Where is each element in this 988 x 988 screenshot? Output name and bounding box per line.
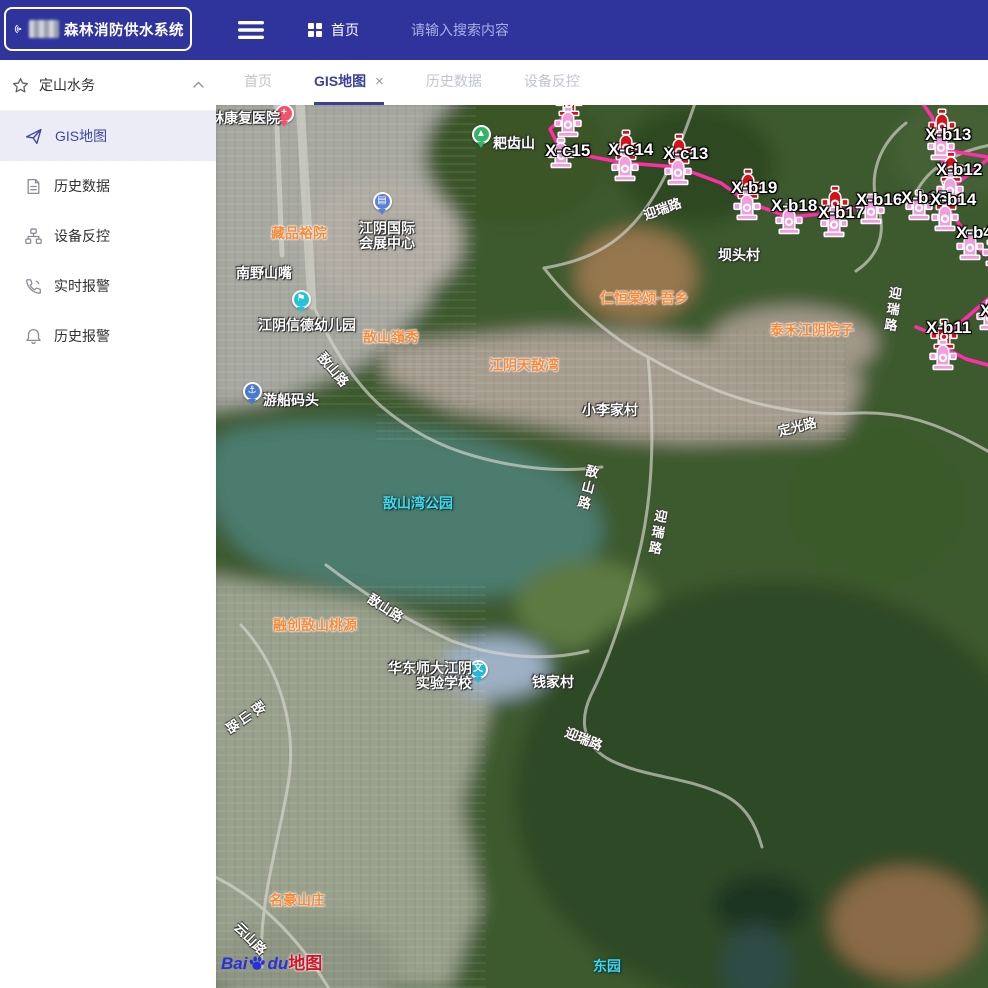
tab-设备反控[interactable]: 设备反控 (524, 60, 580, 105)
tab-bar: 首页 GIS地图 × 历史数据 设备反控 (216, 60, 988, 105)
sitemap-icon (25, 228, 42, 245)
device-label: X-b16 (856, 190, 902, 210)
device-label: X-b13 (925, 125, 971, 145)
grid-icon (308, 23, 322, 37)
sidebar-item-label: GIS地图 (55, 126, 107, 146)
poi-label: 藏品裕院 (271, 226, 327, 241)
chevron-up-icon[interactable] (193, 81, 204, 89)
baidu-logo-text: du (267, 955, 288, 972)
device-label: X (980, 301, 988, 321)
device-label: X-b4 (956, 223, 988, 243)
device-label: X-b12 (936, 160, 982, 180)
device-label: X-c15 (545, 141, 590, 161)
poi-label: 江阴国际会展中心 (356, 221, 418, 251)
send-icon (25, 128, 43, 145)
device-label: X-b18 (771, 196, 817, 216)
poi-label: 小李家村 (582, 403, 638, 418)
sidebar: 定山水务 GIS地图历史数据设备反控实时报警历史报警 (0, 60, 216, 988)
road-lines (216, 105, 988, 987)
close-icon[interactable]: × (375, 73, 384, 90)
sidebar-item-label: 实时报警 (54, 276, 110, 296)
device-label: X-c13 (663, 144, 708, 164)
signal-arcs-logo-icon (12, 16, 24, 42)
kindergarten-pin[interactable]: ⚑ (292, 290, 311, 309)
pin-glyph: 文 (473, 664, 483, 674)
poi-label: 耙齿山 (493, 136, 535, 151)
sidebar-item-label: 历史报警 (54, 326, 110, 346)
breadcrumb-home-label: 首页 (331, 20, 359, 40)
app-title: 森林消防供水系统 (64, 19, 184, 40)
poi-label: 敔山湾公园 (383, 496, 453, 511)
baidu-logo-text: Bai (221, 955, 247, 972)
tab-label: 历史数据 (426, 71, 482, 91)
hydrant-marker-icon[interactable] (553, 106, 583, 138)
baidu-map-word: 地图 (288, 955, 322, 972)
poi-label: 游船码头 (263, 393, 319, 408)
poi-label: 敔山嶺秀 (363, 330, 419, 345)
device-label: X-b11 (926, 318, 971, 338)
tab-历史数据[interactable]: 历史数据 (426, 60, 482, 105)
gis-map[interactable]: + ▲ ▤ ⚑ ⚓ 文 林康复医院耙齿山江阴国际会展中心 藏品裕院南野山嘴江阴信德幼儿园敔山嶺… (216, 105, 988, 988)
pin-glyph: ⚑ (297, 294, 306, 304)
document-icon (25, 178, 42, 195)
baidu-map-attribution: Bai du 地图 (221, 954, 322, 972)
poi-label: 华东师大江阴实验学校 (388, 661, 472, 691)
device-label: X-b19 (731, 178, 777, 198)
tab-label: 设备反控 (524, 71, 580, 91)
sidebar-item-历史报警[interactable]: 历史报警 (0, 311, 216, 361)
bell-icon (25, 328, 42, 345)
censored-logo-text (29, 20, 59, 38)
sidebar-item-label: 设备反控 (54, 226, 110, 246)
pin-glyph: ⚓ (248, 386, 257, 396)
navbar-actions: 首页 (216, 0, 563, 60)
road-and-pipeline-lines (216, 105, 988, 988)
phone-icon (25, 278, 42, 295)
poi-label: 江阴信德幼儿园 (258, 318, 356, 333)
hydrant-marker-icon-X-b11[interactable] (928, 339, 958, 371)
dock-pin[interactable]: ⚓ (243, 382, 262, 401)
tab-label: GIS地图 (314, 71, 366, 91)
baidu-paw-icon (248, 954, 266, 972)
breadcrumb-home[interactable]: 首页 (308, 20, 359, 40)
poi-label: 南野山嘴 (236, 266, 292, 281)
star-icon (12, 77, 29, 94)
sidebar-item-设备反控[interactable]: 设备反控 (0, 211, 216, 261)
poi-label: 仁恒棠颂·吾乡 (600, 291, 689, 306)
tab-首页[interactable]: 首页 (244, 60, 272, 105)
pin-glyph: ▤ (377, 196, 386, 206)
search-input[interactable] (409, 21, 563, 39)
top-navbar: 森林消防供水系统 首页 (0, 0, 988, 60)
building-pin[interactable]: ▤ (373, 192, 392, 211)
sidebar-group-dingshan[interactable]: 定山水务 (0, 60, 216, 111)
sidebar-item-历史数据[interactable]: 历史数据 (0, 161, 216, 211)
app-logo: 森林消防供水系统 (4, 7, 192, 51)
pin-glyph: + (281, 108, 287, 118)
sidebar-menu: GIS地图历史数据设备反控实时报警历史报警 (0, 111, 216, 361)
mountain-pin[interactable]: ▲ (472, 125, 491, 144)
poi-label: 名豪山庄 (269, 893, 325, 908)
poi-label: 融创敔山桃源 (273, 618, 357, 633)
hamburger-menu-icon[interactable] (238, 20, 264, 40)
device-label: X-b14 (930, 190, 976, 210)
tab-GIS地图[interactable]: GIS地图 × (314, 60, 384, 105)
poi-label: 坝头村 (718, 248, 760, 263)
sidebar-item-label: 历史数据 (54, 176, 110, 196)
poi-label: 林康复医院 (216, 111, 280, 126)
app-window: 森林消防供水系统 首页 定山水务 GIS地图历史数据设备反控实时报警历史报警 (0, 0, 988, 988)
sidebar-group-label: 定山水务 (39, 75, 193, 95)
device-label: X-c14 (608, 140, 653, 160)
poi-label: 江阴天敔湾 (489, 358, 559, 373)
poi-label: 泰禾江阴院子 (770, 323, 854, 338)
poi-label: 钱家村 (532, 675, 574, 690)
sidebar-item-实时报警[interactable]: 实时报警 (0, 261, 216, 311)
sidebar-item-GIS地图[interactable]: GIS地图 (0, 111, 216, 161)
poi-label: 东园 (593, 959, 621, 974)
pin-glyph: ▲ (476, 129, 486, 139)
tab-label: 首页 (244, 71, 272, 91)
